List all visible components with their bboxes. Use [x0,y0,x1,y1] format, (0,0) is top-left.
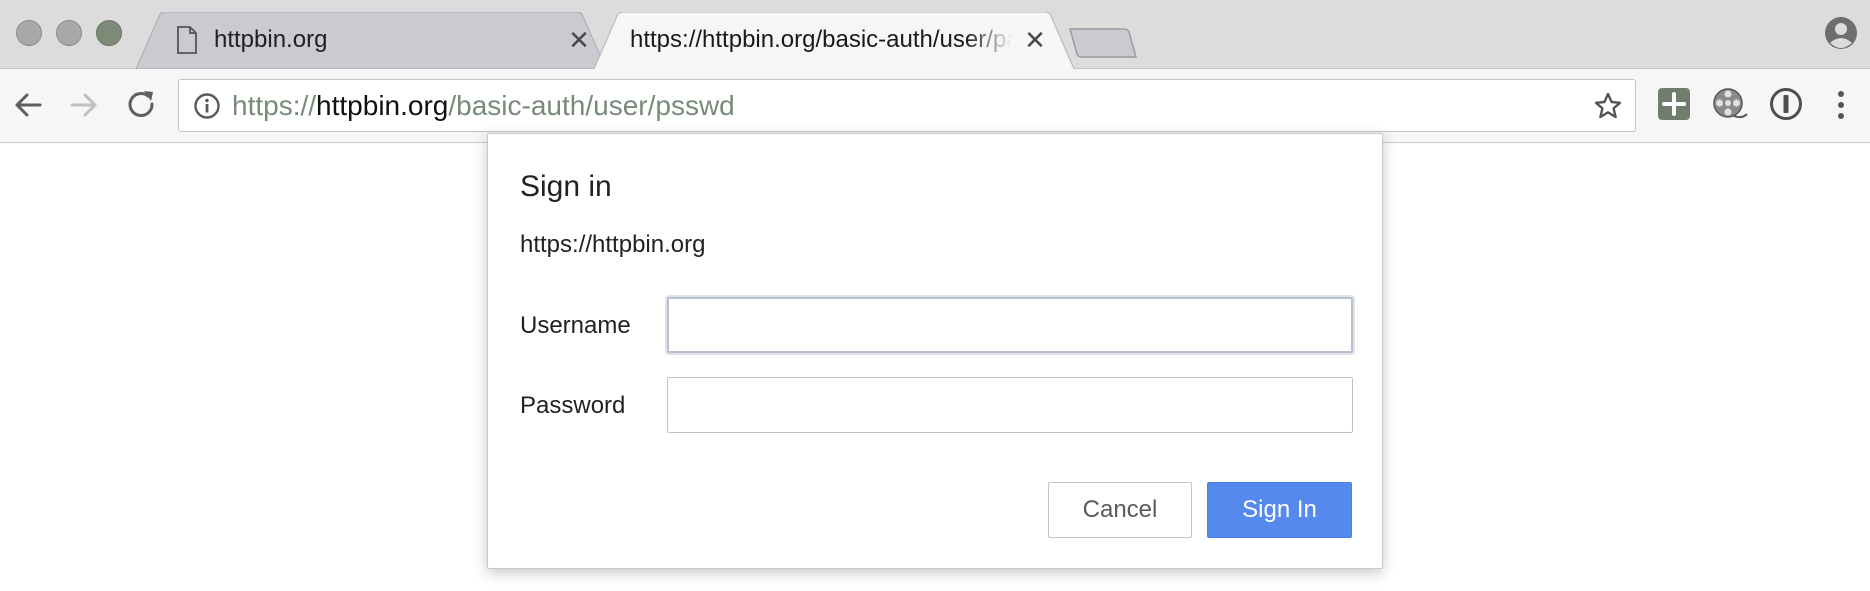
tab-basic-auth[interactable]: https://httpbin.org/basic-auth/user/pass… [594,12,1074,69]
tab-httpbin[interactable]: httpbin.org ✕ [136,12,606,69]
password-label: Password [520,392,626,419]
tab-title: httpbin.org [214,26,328,53]
url-path: /basic-auth/user/psswd [448,90,735,121]
url-text: https://httpbin.org/basic-auth/user/pssw… [232,90,735,122]
reload-icon[interactable] [124,87,160,123]
profile-icon[interactable] [1824,16,1858,50]
url-scheme: https:// [232,90,317,121]
zoom-window-button[interactable] [96,20,122,46]
close-tab-icon[interactable]: ✕ [1024,27,1046,53]
password-manager-icon[interactable] [1768,86,1804,122]
forward-arrow-icon[interactable] [66,87,102,123]
sign-in-button[interactable]: Sign In [1207,482,1352,538]
menu-dots-icon[interactable] [1826,89,1856,121]
star-icon[interactable] [1593,91,1623,121]
tab-strip: httpbin.org ✕ https://httpbin.org/basic-… [0,0,1870,69]
sign-in-dialog: Sign in https://httpbin.org Username Pas… [487,133,1383,569]
tab-title: https://httpbin.org/basic-auth/user/pass… [630,26,1012,53]
minimize-window-button[interactable] [56,20,82,46]
dialog-title: Sign in [520,170,612,203]
back-arrow-icon[interactable] [10,87,46,123]
close-tab-icon[interactable]: ✕ [568,27,590,53]
username-field[interactable] [667,297,1353,353]
page-icon [176,26,198,54]
toolbar: https://httpbin.org/basic-auth/user/pssw… [0,69,1870,143]
film-reel-extension-icon[interactable] [1712,86,1748,122]
info-icon[interactable] [193,92,221,120]
dialog-origin: https://httpbin.org [520,231,706,258]
close-window-button[interactable] [16,20,42,46]
plus-extension-icon[interactable] [1656,86,1692,122]
url-host: httpbin.org [316,90,449,121]
password-field[interactable] [667,377,1353,433]
address-bar[interactable]: https://httpbin.org/basic-auth/user/pssw… [178,79,1636,132]
cancel-button[interactable]: Cancel [1048,482,1192,538]
new-tab-button[interactable] [1068,27,1138,59]
username-label: Username [520,312,631,339]
